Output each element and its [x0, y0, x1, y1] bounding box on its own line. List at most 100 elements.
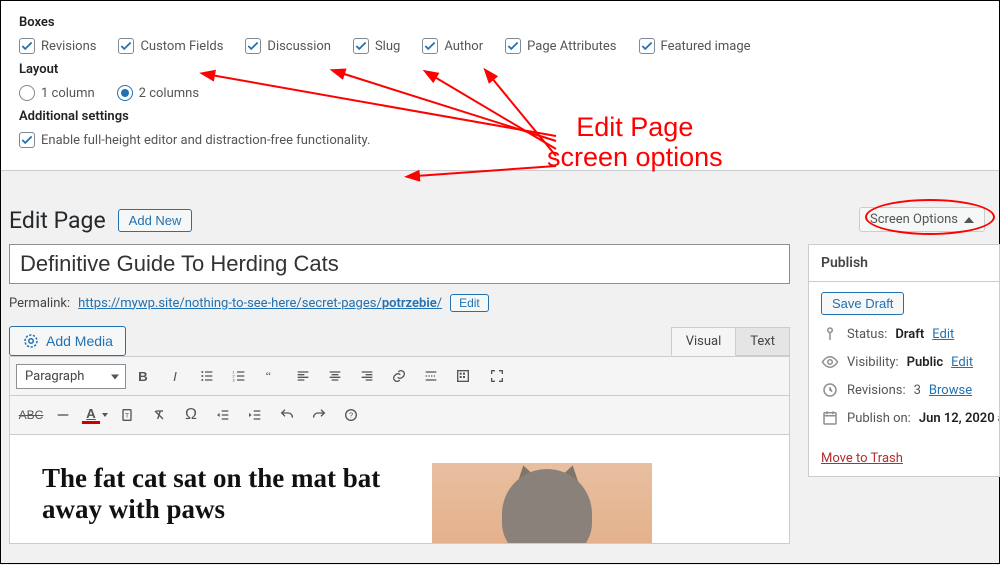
radio-label: 1 column — [41, 86, 95, 101]
author-checkbox[interactable]: Author — [422, 38, 483, 54]
layout-heading: Layout — [19, 62, 981, 77]
publish-on-value: Jun 12, 2020 at 0 — [919, 411, 1000, 426]
publish-date-row: Publish on: Jun 12, 2020 at 0 — [821, 409, 987, 427]
radio-label: 2 columns — [139, 86, 199, 101]
page-title: Edit Page — [9, 207, 106, 234]
checkmark-icon — [639, 38, 655, 54]
edit-permalink-button[interactable]: Edit — [450, 294, 489, 312]
revisions-checkbox[interactable]: Revisions — [19, 38, 96, 54]
paragraph-label: Paragraph — [25, 369, 84, 384]
permalink-row: Permalink: https://mywp.site/nothing-to-… — [9, 294, 790, 312]
italic-button[interactable]: I — [160, 361, 190, 391]
checkbox-label: Enable full-height editor and distractio… — [41, 133, 370, 148]
permalink-trail: / — [437, 296, 442, 311]
checkmark-icon — [245, 38, 261, 54]
revisions-label: Revisions: — [847, 383, 906, 398]
page-header: Edit Page Add New — [9, 207, 999, 234]
add-media-label: Add Media — [46, 333, 113, 349]
full-height-editor-checkbox[interactable]: Enable full-height editor and distractio… — [19, 132, 370, 148]
redo-button[interactable] — [304, 400, 334, 430]
checkmark-icon — [19, 38, 35, 54]
text-tab[interactable]: Text — [735, 327, 790, 356]
calendar-icon — [821, 409, 839, 427]
numbered-list-button[interactable]: 123 — [224, 361, 254, 391]
edit-visibility-link[interactable]: Edit — [951, 355, 973, 370]
checkbox-label: Slug — [375, 39, 400, 54]
align-left-button[interactable] — [288, 361, 318, 391]
eye-icon — [821, 353, 839, 371]
editor-content[interactable]: The fat cat sat on the mat bat away with… — [9, 435, 790, 544]
publish-metabox: Publish Save Draft Status: Draft Edit Vi… — [808, 244, 1000, 477]
post-title-input[interactable] — [9, 244, 790, 284]
publish-on-label: Publish on: — [847, 411, 911, 426]
publish-body: Save Draft Status: Draft Edit Visibility… — [809, 282, 999, 476]
status-value: Draft — [895, 327, 924, 342]
text-color-button[interactable]: A — [80, 400, 110, 430]
align-right-button[interactable] — [352, 361, 382, 391]
editor-tabs: Visual Text — [672, 327, 790, 356]
featured-image-checkbox[interactable]: Featured image — [639, 38, 751, 54]
align-center-button[interactable] — [320, 361, 350, 391]
checkbox-label: Discussion — [267, 39, 331, 54]
discussion-checkbox[interactable]: Discussion — [245, 38, 331, 54]
checkmark-icon — [118, 38, 134, 54]
edit-status-link[interactable]: Edit — [932, 327, 954, 342]
add-new-button[interactable]: Add New — [118, 209, 193, 232]
svg-text:“: “ — [266, 369, 271, 383]
special-character-button[interactable]: Ω — [176, 400, 206, 430]
horizontal-line-button[interactable] — [48, 400, 78, 430]
custom-fields-checkbox[interactable]: Custom Fields — [118, 38, 223, 54]
browse-revisions-link[interactable]: Browse — [929, 383, 972, 398]
link-button[interactable] — [384, 361, 414, 391]
add-media-button[interactable]: Add Media — [9, 326, 126, 356]
revisions-icon — [821, 381, 839, 399]
checkbox-label: Custom Fields — [140, 39, 223, 54]
page-attributes-checkbox[interactable]: Page Attributes — [505, 38, 616, 54]
media-row: Add Media Visual Text — [9, 326, 790, 356]
fullscreen-button[interactable] — [482, 361, 512, 391]
move-to-trash-link[interactable]: Move to Trash — [821, 451, 903, 466]
toolbar-toggle-button[interactable] — [448, 361, 478, 391]
strikethrough-button[interactable]: ABC — [16, 400, 46, 430]
visual-tab[interactable]: Visual — [671, 327, 737, 356]
save-draft-button[interactable]: Save Draft — [821, 292, 904, 315]
blockquote-button[interactable]: “ — [256, 361, 286, 391]
additional-row: Enable full-height editor and distractio… — [19, 132, 981, 148]
pin-icon — [821, 325, 839, 343]
status-row: Status: Draft Edit — [821, 325, 987, 343]
chevron-down-icon — [102, 413, 108, 417]
revisions-count: 3 — [914, 383, 921, 398]
screen-options-panel: Boxes Revisions Custom Fields Discussion… — [1, 1, 999, 171]
content-image[interactable] — [432, 463, 652, 543]
additional-settings-heading: Additional settings — [19, 109, 981, 124]
layout-row: 1 column 2 columns — [19, 85, 981, 101]
visibility-value: Public — [907, 355, 943, 370]
bullet-list-button[interactable] — [192, 361, 222, 391]
paragraph-format-select[interactable]: Paragraph — [16, 364, 126, 389]
permalink-slug: potrzebie — [382, 296, 437, 311]
permalink-url[interactable]: https://mywp.site/nothing-to-see-here/se… — [78, 296, 442, 311]
outdent-button[interactable] — [208, 400, 238, 430]
svg-text:?: ? — [349, 411, 353, 420]
clear-formatting-button[interactable] — [144, 400, 174, 430]
checkmark-icon — [353, 38, 369, 54]
undo-button[interactable] — [272, 400, 302, 430]
visibility-label: Visibility: — [847, 355, 899, 370]
content-heading: The fat cat sat on the mat bat away with… — [42, 463, 402, 525]
keyboard-shortcuts-button[interactable]: ? — [336, 400, 366, 430]
read-more-button[interactable] — [416, 361, 446, 391]
checkmark-icon — [422, 38, 438, 54]
two-columns-radio[interactable]: 2 columns — [117, 85, 199, 101]
bold-button[interactable]: B — [128, 361, 158, 391]
boxes-heading: Boxes — [19, 15, 981, 30]
paste-text-button[interactable]: T — [112, 400, 142, 430]
slug-checkbox[interactable]: Slug — [353, 38, 400, 54]
publish-header: Publish — [809, 245, 999, 282]
permalink-label: Permalink: — [9, 296, 70, 311]
editor-toolbar-row2: ABC A T Ω ? — [9, 396, 790, 435]
boxes-row: Revisions Custom Fields Discussion Slug … — [19, 38, 981, 54]
indent-button[interactable] — [240, 400, 270, 430]
one-column-radio[interactable]: 1 column — [19, 85, 95, 101]
checkbox-label: Revisions — [41, 39, 96, 54]
checkbox-label: Featured image — [661, 39, 751, 54]
